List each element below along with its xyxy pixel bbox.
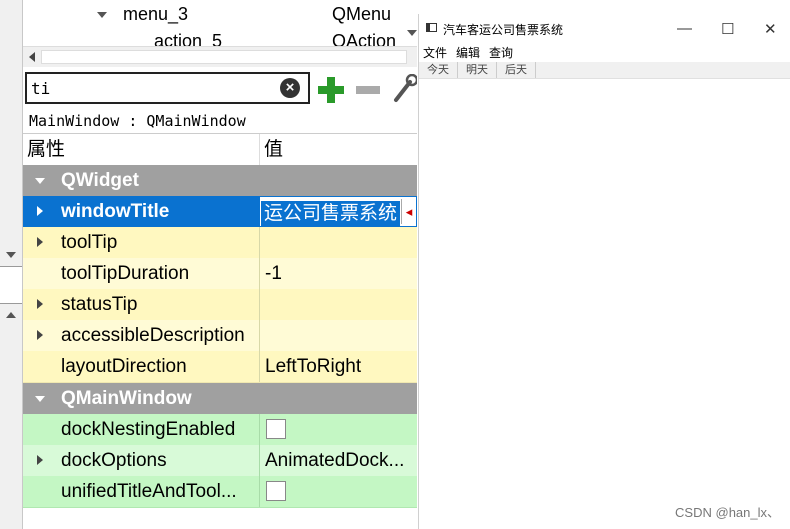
clear-icon[interactable]: × xyxy=(280,78,300,98)
property-value[interactable]: -1 xyxy=(259,258,417,289)
remove-icon[interactable] xyxy=(356,86,380,94)
property-value[interactable] xyxy=(259,227,417,258)
property-row-accessibledescription[interactable]: accessibleDescription xyxy=(23,320,417,352)
property-value[interactable]: 运公司售票系统 xyxy=(261,201,401,226)
property-name: windowTitle xyxy=(61,201,170,222)
property-row-layoutdirection[interactable]: layoutDirection LeftToRight xyxy=(23,351,417,383)
property-row-windowtitle[interactable]: windowTitle 运公司售票系统 ◂ xyxy=(23,196,417,227)
menu-file[interactable]: 文件 xyxy=(423,46,447,60)
property-value-cell xyxy=(259,414,417,445)
close-icon[interactable]: ✕ xyxy=(764,20,777,38)
add-icon[interactable] xyxy=(318,77,344,103)
tab-today[interactable]: 今天 xyxy=(419,62,458,78)
menu-query[interactable]: 查询 xyxy=(489,46,513,60)
property-filter[interactable]: × xyxy=(25,72,310,104)
property-name: toolTipDuration xyxy=(61,263,190,284)
property-name: dockOptions xyxy=(61,450,167,471)
scroll-left-icon[interactable] xyxy=(29,52,35,62)
expand-icon[interactable] xyxy=(97,12,107,18)
expand-icon[interactable] xyxy=(37,237,43,247)
expand-icon[interactable] xyxy=(37,330,43,340)
property-value-cell xyxy=(259,476,417,507)
property-name: dockNestingEnabled xyxy=(61,419,236,440)
property-row-docknestingenabled[interactable]: dockNestingEnabled xyxy=(23,414,417,446)
horizontal-scrollbar[interactable] xyxy=(23,46,417,67)
left-gutter xyxy=(0,0,23,529)
property-name: accessibleDescription xyxy=(61,325,245,346)
menu-edit[interactable]: 编辑 xyxy=(456,46,480,60)
property-row-statustip[interactable]: statusTip xyxy=(23,289,417,321)
checkbox[interactable] xyxy=(266,481,286,501)
expand-icon[interactable] xyxy=(37,455,43,465)
scroll-down-icon[interactable] xyxy=(407,30,417,36)
checkbox[interactable] xyxy=(266,419,286,439)
preview-window: 汽车客运公司售票系统 — ☐ ✕ 文件 编辑 查询 今天 明天 后天 xyxy=(418,14,790,529)
object-class-label: MainWindow : QMainWindow xyxy=(23,108,417,134)
property-name: statusTip xyxy=(61,294,138,315)
group-label: QWidget xyxy=(61,170,139,191)
menu-bar: 文件 编辑 查询 xyxy=(419,44,790,62)
minimize-icon[interactable]: — xyxy=(677,20,692,37)
scrollbar-thumb[interactable] xyxy=(41,50,407,64)
maximize-icon[interactable]: ☐ xyxy=(721,20,734,38)
filter-input[interactable] xyxy=(31,78,271,98)
table-header: 属性 值 xyxy=(23,134,417,166)
group-row-qmainwindow[interactable]: QMainWindow xyxy=(23,383,417,414)
header-value[interactable]: 值 xyxy=(259,134,417,165)
property-name: toolTip xyxy=(61,232,118,253)
tree-row-name[interactable]: action_5 xyxy=(154,31,222,46)
scroll-down-icon[interactable] xyxy=(6,252,16,258)
window-title: 汽车客运公司售票系统 xyxy=(443,23,564,37)
title-bar[interactable]: 汽车客运公司售票系统 — ☐ ✕ xyxy=(419,14,790,44)
tree-row-class: QAction xyxy=(332,31,397,46)
property-name: unifiedTitleAndTool... xyxy=(61,481,237,502)
object-tree: menu_3 QMenu action_5 QAction xyxy=(23,0,417,46)
collapse-icon[interactable] xyxy=(35,396,45,402)
gutter-panel xyxy=(0,266,22,304)
wrench-icon[interactable] xyxy=(392,73,419,104)
group-label: QMainWindow xyxy=(61,388,192,409)
property-value[interactable] xyxy=(259,289,417,320)
property-value[interactable] xyxy=(259,320,417,351)
window-icon xyxy=(426,23,437,32)
group-row-qwidget[interactable]: QWidget xyxy=(23,165,417,196)
header-property[interactable]: 属性 xyxy=(23,134,259,165)
watermark: CSDN @han_lx、 xyxy=(675,505,780,520)
property-row-dockoptions[interactable]: dockOptions AnimatedDock... xyxy=(23,445,417,477)
tree-row-name[interactable]: menu_3 xyxy=(123,4,188,25)
tree-row-class: QMenu xyxy=(332,4,392,24)
tab-day-after[interactable]: 后天 xyxy=(497,62,536,78)
property-row-unifiedtitleandtoolbar[interactable]: unifiedTitleAndTool... xyxy=(23,476,417,508)
property-row-tooltip[interactable]: toolTip xyxy=(23,227,417,259)
collapse-icon[interactable] xyxy=(35,178,45,184)
expand-icon[interactable] xyxy=(37,299,43,309)
property-name: layoutDirection xyxy=(61,356,187,377)
scroll-up-icon[interactable] xyxy=(6,312,16,318)
property-row-tooltipduration[interactable]: toolTipDuration -1 xyxy=(23,258,417,290)
expand-icon[interactable] xyxy=(37,206,43,216)
property-value[interactable]: AnimatedDock... xyxy=(259,445,417,476)
property-value[interactable]: LeftToRight xyxy=(259,351,417,382)
reset-icon[interactable]: ◂ xyxy=(401,199,416,224)
tab-bar: 今天 明天 后天 xyxy=(419,62,790,79)
table-empty-area xyxy=(23,508,417,529)
property-value-editor[interactable]: 运公司售票系统 ◂ xyxy=(259,196,417,227)
tab-tomorrow[interactable]: 明天 xyxy=(458,62,497,78)
